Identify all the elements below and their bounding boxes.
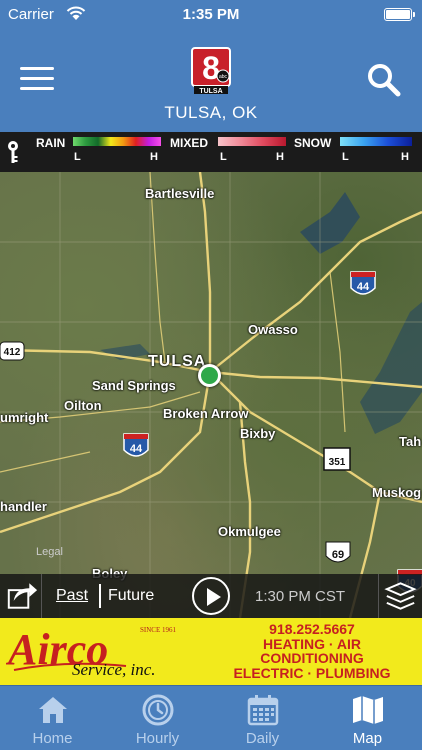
city-sand-springs: Sand Springs [92,378,176,393]
city-tahlequah: Tah [399,434,422,449]
app-header: Carrier 1:35 PM 8 abc TULSA TULSA, OK [0,0,422,132]
legend-rain-bar [73,137,161,146]
status-time: 1:35 PM [182,6,240,23]
search-icon[interactable] [366,62,402,98]
battery-icon [384,8,415,21]
city-muskogee: Muskog [372,485,422,500]
current-location-marker[interactable] [198,364,221,387]
map-icon [353,696,383,724]
location-label: TULSA, OK [164,103,258,122]
shield-i44-north: 44 [350,271,376,295]
legend-mixed-high: H [276,151,284,163]
svg-text:44: 44 [130,443,143,455]
calendar-icon [247,695,279,726]
city-tulsa: TULSA [148,353,207,370]
share-icon[interactable] [0,574,42,618]
shield-us412: 412 [0,341,25,361]
ad-line-1: HEATING · AIR [263,635,361,652]
city-bixby: Bixby [240,426,276,441]
legend-snow-low: L [342,151,349,163]
city-okmulgee: Okmulgee [218,524,281,539]
legend-snow-label: SNOW [294,136,332,150]
past-toggle[interactable]: Past [56,587,88,605]
ad-line-2: CONDITIONING [260,650,364,666]
menu-icon-line [20,77,54,80]
legend-mixed-label: MIXED [170,136,209,150]
home-icon [39,697,67,723]
ad-phone: 918.252.5667 [269,621,355,637]
station-logo: 8 abc TULSA [191,47,231,95]
tab-bar: Home Hourly Daily Map [0,685,422,750]
tab-daily-label: Daily [245,730,280,747]
tab-map-label: Map [352,730,383,747]
ad-since: SINCE 1961 [140,626,176,634]
legend-rain-label: RAIN [36,136,66,150]
svg-text:TULSA: TULSA [199,88,222,95]
city-cumright: umright [0,410,49,425]
legend-mixed-low: L [220,151,227,163]
city-owasso: Owasso [248,322,298,337]
tab-hourly-label: Hourly [135,730,180,747]
map-roads: 44 44 412 351 69 40 [0,172,422,618]
key-icon[interactable] [6,140,20,164]
playback-bar: Past Future 1:30 PM CST [0,574,422,618]
menu-icon-line [20,67,54,70]
legend-rain-high: H [150,151,158,163]
legal-link[interactable]: Legal [36,546,63,558]
tab-home-label: Home [32,730,73,747]
menu-button[interactable] [20,67,54,93]
tab-hourly[interactable]: Hourly [105,686,210,750]
play-button[interactable] [192,577,230,615]
menu-icon-line [20,87,54,90]
ad-text: 918.252.5667 HEATING · AIR CONDITIONING … [210,622,414,680]
precip-legend: RAIN L H MIXED L H SNOW L H [0,132,422,172]
ad-line-3: ELECTRIC · PLUMBING [233,664,391,681]
legend-mixed-bar [218,137,286,146]
city-bartlesville: Bartlesville [145,186,215,201]
legend-snow-bar [340,137,412,146]
advertisement-banner[interactable]: Airco SINCE 1961 Service, inc. 918.252.5… [0,618,422,685]
legend-rain-low: L [74,151,81,163]
clock-icon [142,694,174,726]
tab-daily[interactable]: Daily [210,686,315,750]
city-oilton: Oilton [64,398,102,413]
tab-map[interactable]: Map [315,686,420,750]
svg-text:44: 44 [357,281,370,293]
future-toggle[interactable]: Future [108,587,154,605]
legend-snow-high: H [401,151,409,163]
city-chandler: handler [0,499,47,514]
radar-map[interactable]: 44 44 412 351 69 40 Bartlesville Owasso … [0,172,422,618]
svg-text:351: 351 [329,457,346,468]
layers-icon[interactable] [378,574,422,618]
svg-text:69: 69 [332,549,344,561]
shield-us69: 69 [325,541,351,563]
svg-text:abc: abc [219,74,228,80]
playback-time: 1:30 PM CST [255,588,346,605]
city-broken-arrow: Broken Arrow [163,406,249,421]
shield-i44-south: 44 [123,433,149,457]
status-bar: Carrier 1:35 PM [0,0,422,30]
tab-home[interactable]: Home [0,686,105,750]
shield-ok351: 351 [323,447,351,471]
svg-text:8: 8 [202,50,220,86]
toggle-divider [99,584,101,608]
svg-text:412: 412 [4,347,21,358]
ad-service-name: Service, inc. [72,660,156,679]
